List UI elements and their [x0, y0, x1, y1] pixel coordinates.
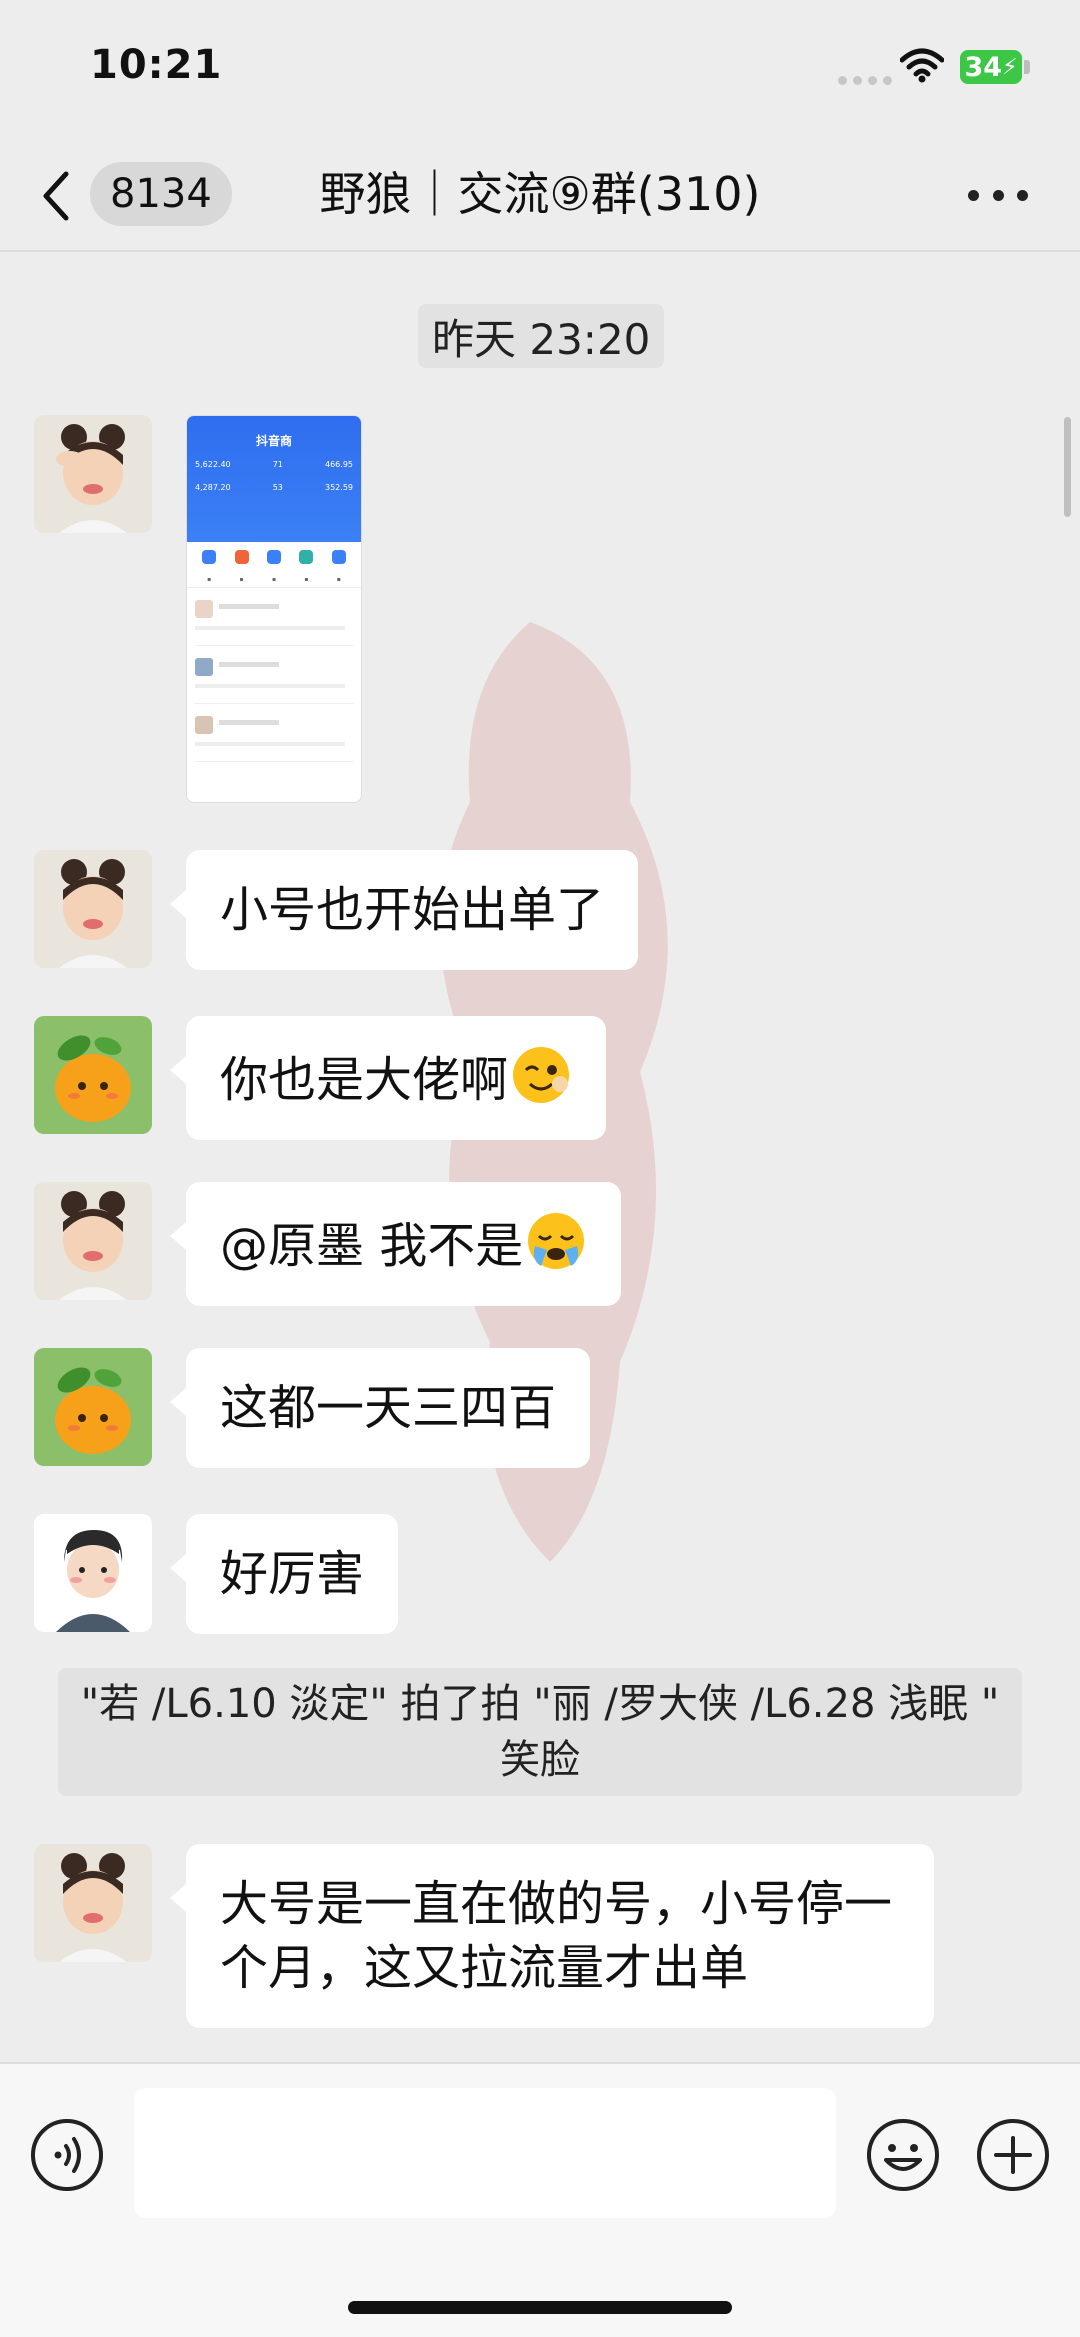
- status-bar: 10:21 34 ⚡: [0, 0, 1080, 140]
- thumbnail-stats: 5,622.40 71 466.95 4,287.20 53 352.59: [195, 460, 353, 506]
- message-bubble[interactable]: @原墨 我不是: [169, 1182, 622, 1306]
- message-bubble[interactable]: 小号也开始出单了: [169, 850, 639, 970]
- cellular-signal-icon: [838, 76, 892, 85]
- scrollbar[interactable]: [1064, 417, 1071, 517]
- girl-avatar[interactable]: [34, 1844, 152, 1962]
- boy-avatar[interactable]: [34, 1514, 152, 1632]
- girl-avatar[interactable]: [34, 415, 152, 533]
- battery-tip: [1024, 60, 1030, 74]
- chat-title: 野狼｜交流⑨群(310): [319, 167, 761, 221]
- message-bubble[interactable]: 这都一天三四百: [169, 1348, 591, 1468]
- orange-avatar[interactable]: [34, 1348, 152, 1466]
- wifi-icon: [900, 48, 944, 83]
- thumb-stat: 5,622.40: [195, 460, 231, 469]
- thumbnail-row: [195, 654, 353, 704]
- thumbnail-tabs: ▪ ▪ ▪ ▪ ▪: [187, 572, 361, 588]
- facepalm-emoji-icon: [528, 1213, 585, 1269]
- voice-input-button[interactable]: [30, 2118, 104, 2192]
- thumb-stat: 71: [272, 460, 283, 469]
- status-time: 10:21: [90, 42, 223, 88]
- message-timestamp: 昨天 23:20: [418, 304, 665, 368]
- battery-indicator: 34 ⚡: [960, 50, 1022, 84]
- girl-avatar[interactable]: [34, 850, 152, 968]
- message-bubble[interactable]: 好厉害: [169, 1514, 399, 1634]
- thumbnail-header: 抖音商 5,622.40 71 466.95 4,287.20 53 352.59: [187, 416, 361, 542]
- more-options-button[interactable]: [968, 180, 1028, 210]
- message-text: 你也是大佬啊: [220, 1052, 509, 1108]
- thumb-stat: 352.59: [325, 483, 353, 492]
- thumbnail-icon-row: [187, 542, 361, 572]
- thumbnail-row: [195, 596, 353, 646]
- input-bar: [0, 2062, 1080, 2337]
- shared-screenshot-image[interactable]: 抖音商 5,622.40 71 466.95 4,287.20 53 352.59 ▪ ▪…: [186, 415, 362, 803]
- message-bubble[interactable]: 你也是大佬啊: [169, 1016, 607, 1140]
- wink-emoji-icon: [513, 1047, 570, 1103]
- message-list[interactable]: 昨天 23:20 抖音商 5,622.40 71 466.95 4,287.20 53…: [0, 252, 1080, 2062]
- message-text: 大号是一直在做的号，小号停一个月，这又拉流量才出单: [220, 1876, 893, 1996]
- thumb-stat: 53: [272, 483, 283, 492]
- message-input[interactable]: [134, 2088, 836, 2218]
- message-text: 小号也开始出单了: [220, 882, 605, 938]
- message-bubble[interactable]: 大号是一直在做的号，小号停一个月，这又拉流量才出单: [170, 1844, 934, 2028]
- orange-avatar[interactable]: [34, 1016, 152, 1134]
- chat-header: 8134 野狼｜交流⑨群(310): [0, 140, 1080, 252]
- thumbnail-row: [195, 712, 353, 762]
- girl-avatar[interactable]: [34, 1182, 152, 1300]
- pat-notification: "若 /L6.10 淡定" 拍了拍 "丽 /罗大侠 /L6.28 浅眠 " 笑脸: [58, 1668, 1022, 1796]
- message-text: @原墨 我不是: [220, 1218, 524, 1274]
- home-indicator[interactable]: [348, 2301, 732, 2314]
- emoji-button[interactable]: [866, 2118, 940, 2192]
- charging-icon: ⚡: [1002, 54, 1018, 80]
- battery-level: 34: [964, 51, 1003, 83]
- thumbnail-app-title: 抖音商: [255, 434, 292, 448]
- message-text: 好厉害: [220, 1546, 365, 1602]
- message-text: 这都一天三四百: [220, 1380, 557, 1436]
- thumb-stat: 4,287.20: [195, 483, 231, 492]
- thumb-stat: 466.95: [325, 460, 353, 469]
- more-functions-button[interactable]: [976, 2118, 1050, 2192]
